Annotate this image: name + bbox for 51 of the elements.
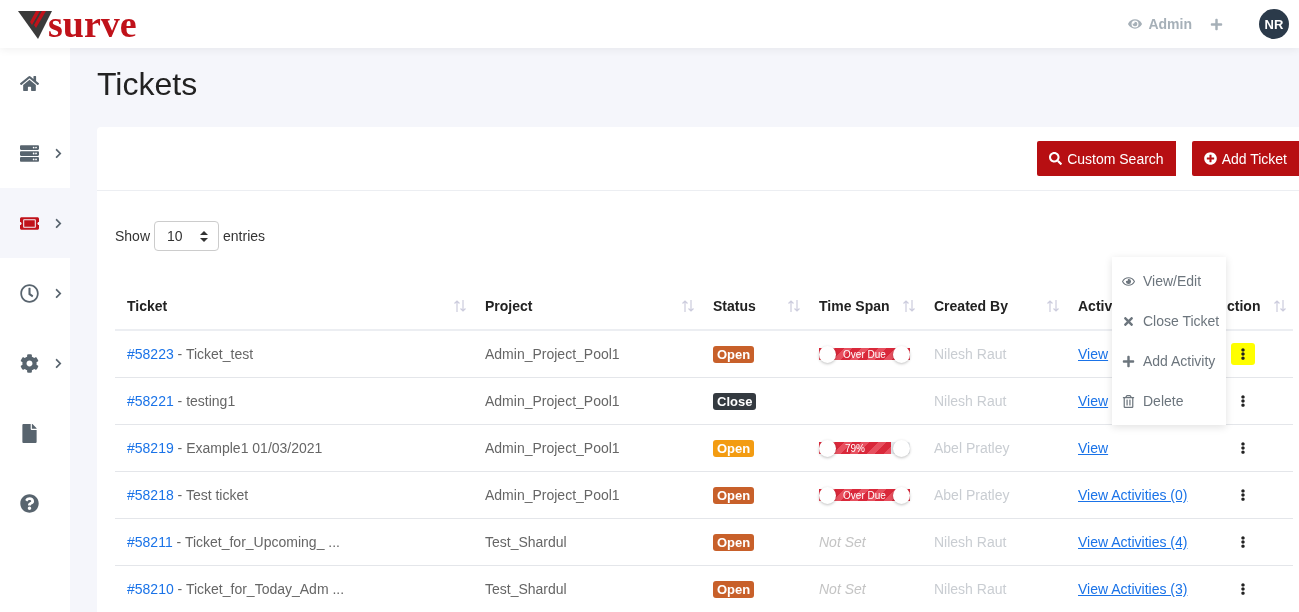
status-badge: Open	[713, 533, 755, 551]
page-title: Tickets	[97, 66, 199, 103]
ticket-link[interactable]: #58223	[127, 346, 174, 362]
time-span-text: Not Set	[819, 581, 866, 597]
entries-select[interactable]: 10	[154, 221, 220, 251]
table-cell-text: Admin_Project_Pool1	[484, 393, 621, 409]
ticket-title: #58219 - Example1 01/03/2021	[127, 440, 323, 456]
ticket-link[interactable]: #58221	[127, 393, 174, 409]
activities-link[interactable]: View	[1078, 393, 1109, 409]
table-cell-text: Admin_Project_Pool1	[484, 346, 621, 362]
status-badge: Open	[713, 439, 755, 457]
entries-label: entries	[223, 228, 266, 244]
column-header[interactable]: ction	[1227, 298, 1261, 314]
add-ticket-button[interactable]: Add Ticket	[1191, 141, 1299, 176]
menu-item[interactable]: Close Ticket	[1112, 301, 1226, 341]
status-badge: Open	[713, 345, 755, 363]
status-badge: Open	[713, 486, 755, 504]
ticket-title: #58211 - Ticket_for_Upcoming_ ...	[127, 534, 340, 550]
activities-link[interactable]: View	[1078, 440, 1109, 456]
activities-link[interactable]: View Activities (3)	[1078, 581, 1188, 597]
ticket-title: #58223 - Ticket_test	[127, 346, 254, 362]
status-badge: Open	[713, 580, 755, 598]
ticket-link[interactable]: #58211	[127, 534, 173, 550]
table-cell-text: Admin_Project_Pool1	[484, 487, 621, 503]
table-cell-text: Test_Shardul	[484, 534, 568, 550]
status-badge: Close	[713, 392, 757, 410]
column-header[interactable]: Activ	[1078, 298, 1113, 314]
logo-text: surve	[48, 5, 137, 43]
column-header[interactable]: Project	[485, 298, 533, 314]
user-avatar[interactable]: NR	[1259, 9, 1289, 39]
menu-item[interactable]: Add Activity	[1112, 341, 1226, 381]
ticket-title: #58210 - Ticket_for_Today_Adm ...	[127, 581, 345, 597]
column-header[interactable]: Ticket	[127, 298, 168, 314]
table-cell-text: Admin_Project_Pool1	[484, 440, 621, 456]
ticket-title: #58221 - testing1	[127, 393, 236, 409]
column-header[interactable]: Created By	[934, 298, 1008, 314]
column-header[interactable]: Status	[713, 298, 756, 314]
time-span-text: Not Set	[819, 534, 866, 550]
ticket-link[interactable]: #58210	[127, 581, 174, 597]
menu-item[interactable]: View/Edit	[1112, 261, 1226, 301]
ticket-link[interactable]: #58218	[127, 487, 174, 503]
table-cell-text: Test_Shardul	[484, 581, 568, 597]
show-label: Show	[115, 228, 151, 244]
menu-item[interactable]: Delete	[1112, 381, 1226, 421]
column-header[interactable]: Time Span	[819, 298, 890, 314]
custom-search-button[interactable]: Custom Search	[1037, 141, 1176, 176]
ticket-link[interactable]: #58219	[127, 440, 174, 456]
activities-link[interactable]: View	[1078, 346, 1109, 362]
activities-link[interactable]: View Activities (4)	[1078, 534, 1188, 550]
activities-link[interactable]: View Activities (0)	[1078, 487, 1188, 503]
ticket-title: #58218 - Test ticket	[127, 487, 249, 503]
